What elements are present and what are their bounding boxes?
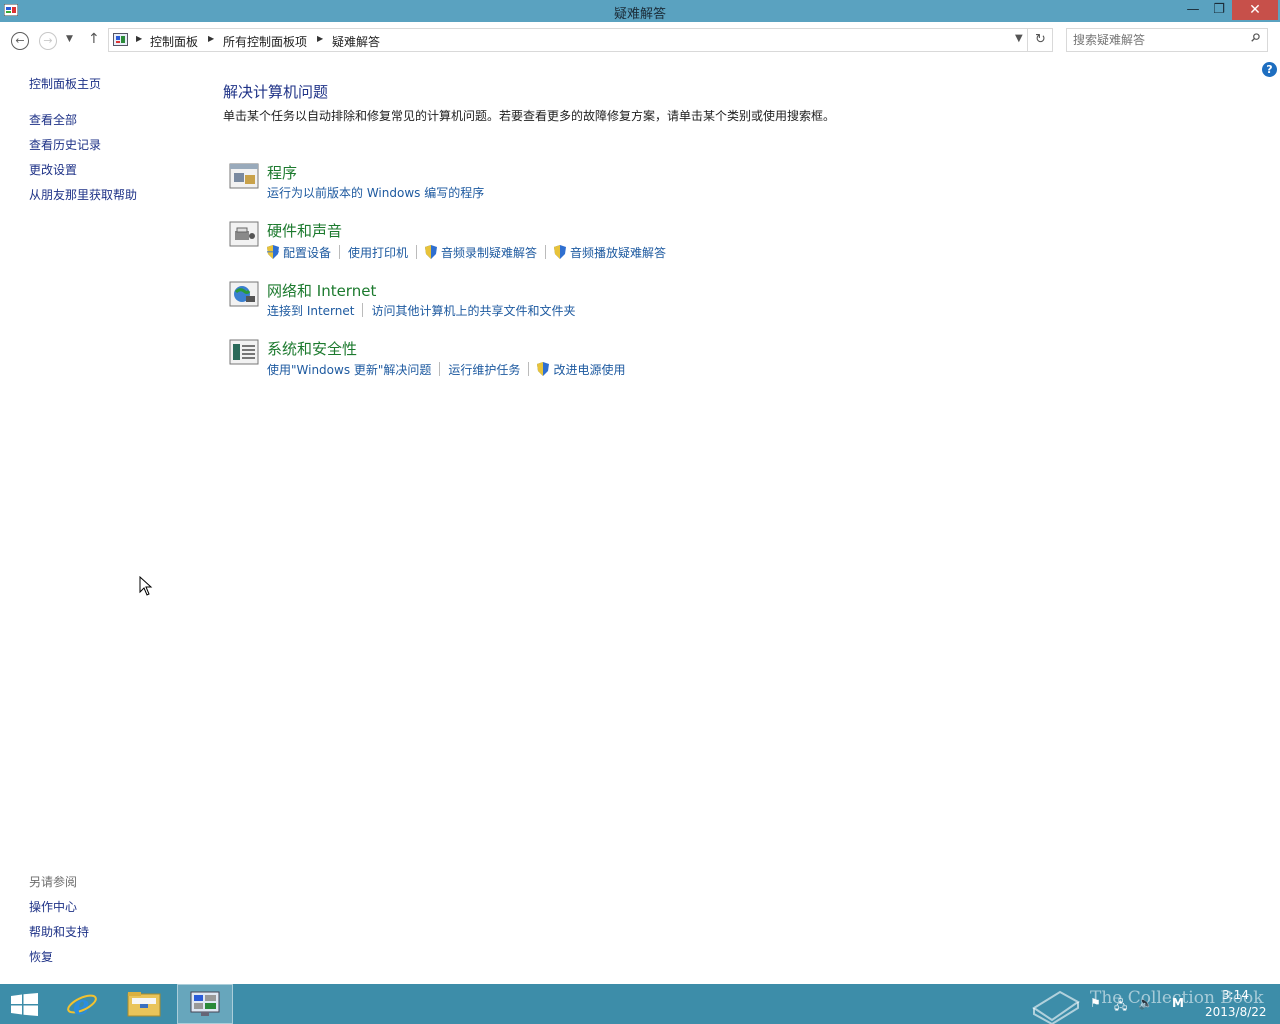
link-divider <box>362 303 364 317</box>
close-button[interactable]: ✕ <box>1232 0 1278 20</box>
view-all-link[interactable]: 查看全部 <box>29 111 77 128</box>
control-panel-taskbar-icon <box>190 991 220 1016</box>
taskbar-file-explorer[interactable] <box>116 984 172 1024</box>
book-watermark-icon <box>1032 990 1080 1024</box>
address-bar[interactable]: ▶ 控制面板 ▶ 所有控制面板项 ▶ 疑难解答 ▼ ↻ <box>108 28 1053 52</box>
see-also-heading: 另请参阅 <box>29 875 78 889</box>
action-center-link[interactable]: 操作中心 <box>29 898 77 915</box>
recent-locations-button[interactable]: ▼ <box>66 34 73 44</box>
arrow-left-icon: ← <box>15 34 25 47</box>
run-older-programs-link[interactable]: 运行为以前版本的 Windows 编写的程序 <box>267 186 484 200</box>
volume-icon[interactable]: 🔈 <box>1138 996 1153 1010</box>
control-panel-home-link[interactable]: 控制面板主页 <box>29 75 101 92</box>
use-printer-link[interactable]: 使用打印机 <box>348 246 408 260</box>
chevron-down-icon: ▼ <box>66 34 73 44</box>
restore-button[interactable]: ❐ <box>1206 0 1232 20</box>
windows-start-icon[interactable] <box>11 993 38 1016</box>
category-network-and-internet-links: 连接到 Internet 访问其他计算机上的共享文件和文件夹 <box>267 302 575 319</box>
taskbar-control-panel[interactable] <box>177 984 233 1024</box>
page-title: 解决计算机问题 <box>223 83 329 101</box>
taskbar-internet-explorer[interactable]: e <box>54 984 110 1024</box>
help-and-support-link[interactable]: 帮助和支持 <box>29 923 89 940</box>
view-history-link[interactable]: 查看历史记录 <box>29 136 101 153</box>
category-system-and-security-links: 使用"Windows 更新"解决问题 运行维护任务 改进电源使用 <box>267 361 625 378</box>
up-button[interactable]: ↑ <box>88 31 100 47</box>
uac-shield-icon <box>537 362 550 376</box>
link-divider <box>339 245 341 259</box>
internet-explorer-icon: e <box>67 991 97 1019</box>
network-and-internet-icon[interactable] <box>229 279 259 309</box>
navigation-bar: ← → ▼ ↑ ▶ 控制面板 ▶ 所有控制面板项 ▶ 疑难解答 ▼ ↻ <box>0 22 1280 59</box>
clock-time[interactable]: 3:14 <box>1222 988 1249 1002</box>
breadcrumb-separator-icon[interactable]: ▶ <box>208 34 214 43</box>
breadcrumb-separator-icon[interactable]: ▶ <box>136 34 142 43</box>
refresh-button[interactable]: ↻ <box>1027 29 1053 51</box>
link-divider <box>545 245 547 259</box>
uac-shield-icon <box>267 245 279 259</box>
help-icon[interactable]: ? <box>1262 62 1277 77</box>
category-programs-title[interactable]: 程序 <box>267 162 297 183</box>
forward-button[interactable]: → <box>39 32 57 50</box>
svg-text:e: e <box>73 991 90 1019</box>
search-box[interactable] <box>1066 28 1268 52</box>
refresh-icon: ↻ <box>1035 32 1046 47</box>
breadcrumb-troubleshooting[interactable]: 疑难解答 <box>332 33 380 50</box>
address-dropdown-icon[interactable]: ▼ <box>1015 33 1023 44</box>
link-divider <box>528 362 530 376</box>
uac-shield-icon <box>554 245 567 259</box>
link-divider <box>439 362 441 376</box>
category-system-and-security-title[interactable]: 系统和安全性 <box>267 338 357 359</box>
minimize-button[interactable]: — <box>1180 0 1206 20</box>
get-help-from-friend-link[interactable]: 从朋友那里获取帮助 <box>29 186 137 203</box>
breadcrumb-all-control-panel-items[interactable]: 所有控制面板项 <box>223 33 307 50</box>
audio-recording-troubleshooter-link[interactable]: 音频录制疑难解答 <box>441 246 537 260</box>
recovery-link[interactable]: 恢复 <box>29 948 53 965</box>
back-button[interactable]: ← <box>11 32 29 50</box>
category-hardware-and-sound-links: 配置设备 使用打印机 音频录制疑难解答 音频播放疑难解答 <box>267 244 666 261</box>
hardware-and-sound-icon[interactable] <box>229 219 259 249</box>
link-divider <box>416 245 418 259</box>
connect-to-internet-link[interactable]: 连接到 Internet <box>267 304 354 318</box>
uac-shield-icon <box>425 245 438 259</box>
windows-update-troubleshoot-link[interactable]: 使用"Windows 更新"解决问题 <box>267 363 431 377</box>
category-programs-links: 运行为以前版本的 Windows 编写的程序 <box>267 184 484 201</box>
action-center-flag-icon[interactable]: ⚑ <box>1090 996 1101 1010</box>
access-shared-files-link[interactable]: 访问其他计算机上的共享文件和文件夹 <box>371 304 575 318</box>
arrow-right-icon: → <box>43 34 53 47</box>
mouse-cursor-icon <box>139 576 153 596</box>
improve-power-usage-link[interactable]: 改进电源使用 <box>553 363 625 377</box>
network-icon[interactable]: 🖧 <box>1114 996 1127 1017</box>
folder-icon <box>127 992 161 1017</box>
programs-icon[interactable] <box>229 161 259 191</box>
category-network-and-internet-title[interactable]: 网络和 Internet <box>267 280 376 301</box>
run-maintenance-tasks-link[interactable]: 运行维护任务 <box>448 363 520 377</box>
title-bar: 疑难解答 — ❐ ✕ <box>0 0 1280 22</box>
ime-indicator[interactable]: M <box>1172 996 1184 1010</box>
configure-device-link[interactable]: 配置设备 <box>283 246 331 260</box>
page-description: 单击某个任务以自动排除和修复常见的计算机问题。若要查看更多的故障修复方案，请单击… <box>223 109 836 123</box>
audio-playback-troubleshooter-link[interactable]: 音频播放疑难解答 <box>570 246 666 260</box>
clock-date[interactable]: 2013/8/22 <box>1205 1005 1267 1019</box>
breadcrumb-control-panel[interactable]: 控制面板 <box>150 33 198 50</box>
arrow-up-icon: ↑ <box>88 31 100 47</box>
search-icon[interactable] <box>1251 33 1260 42</box>
search-input[interactable] <box>1071 32 1245 48</box>
change-settings-link[interactable]: 更改设置 <box>29 161 77 178</box>
taskbar: e The Collection Book ⚑ 🖧 🔈 M 3:14 2013/… <box>0 984 1280 1024</box>
control-panel-icon <box>113 33 128 46</box>
system-and-security-icon[interactable] <box>229 337 259 367</box>
window-title: 疑难解答 <box>613 7 666 22</box>
category-hardware-and-sound-title[interactable]: 硬件和声音 <box>267 220 342 241</box>
breadcrumb-separator-icon[interactable]: ▶ <box>317 34 323 43</box>
